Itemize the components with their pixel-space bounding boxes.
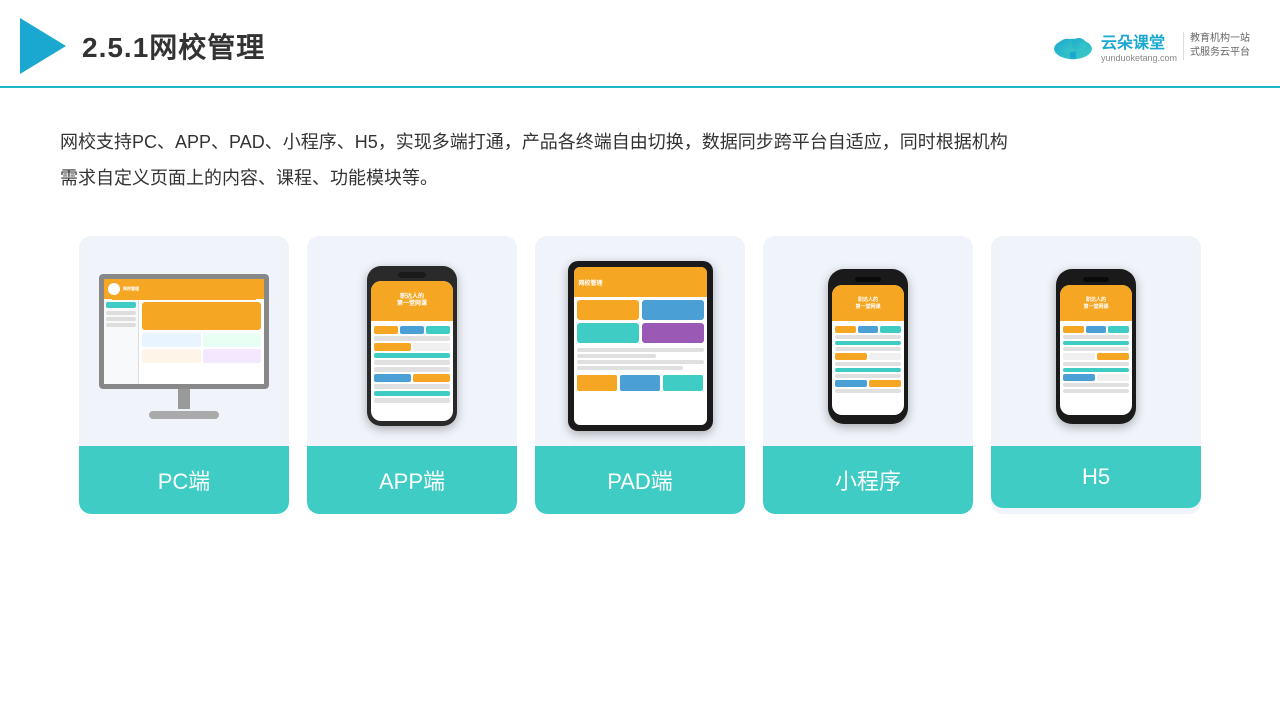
pc-image-area: 网校管理 xyxy=(79,236,289,446)
h5-phone-screen: 职达人的第一堂网课 xyxy=(1060,285,1132,415)
app-image-area: 职达人的第一堂网课 xyxy=(307,236,517,446)
cloud-icon xyxy=(1051,30,1095,62)
card-miniprogram-label: 小程序 xyxy=(763,446,973,514)
phone-body: 职达人的第一堂网课 xyxy=(367,266,457,426)
tablet-body: 网校管理 xyxy=(568,261,713,431)
tablet-content xyxy=(574,297,707,346)
miniprogram-phone: 职达人的第一堂网课 xyxy=(828,269,908,424)
mini-phone-notch xyxy=(855,277,881,282)
header-left: 2.5.1网校管理 xyxy=(20,18,265,74)
monitor-content: 网校管理 xyxy=(104,279,264,384)
page-header: 2.5.1网校管理 云朵课堂 yunduoketang.com xyxy=(0,0,1280,88)
h5-phone-screen-top: 职达人的第一堂网课 xyxy=(1060,285,1132,321)
cards-container: 网校管理 xyxy=(0,216,1280,544)
brand-name: 云朵课堂 xyxy=(1101,29,1177,53)
card-h5: 职达人的第一堂网课 xyxy=(991,236,1201,514)
card-pad-label: PAD端 xyxy=(535,446,745,514)
phone-screen-top: 职达人的第一堂网课 xyxy=(371,281,453,321)
page-title: 2.5.1网校管理 xyxy=(82,26,265,66)
mini-phone-body: 职达人的第一堂网课 xyxy=(828,269,908,424)
pc-monitor: 网校管理 xyxy=(99,274,269,419)
brand-name-text: 云朵课堂 yunduoketang.com xyxy=(1101,29,1177,63)
brand-tagline: 教育机构一站 式服务云平台 xyxy=(1183,32,1250,60)
mini-phone-screen-top: 职达人的第一堂网课 xyxy=(832,285,904,321)
brand-area: 云朵课堂 yunduoketang.com 教育机构一站 式服务云平台 xyxy=(1051,29,1250,63)
card-app: 职达人的第一堂网课 xyxy=(307,236,517,514)
h5-phone-body: 职达人的第一堂网课 xyxy=(1056,269,1136,424)
miniprogram-image-area: 职达人的第一堂网课 xyxy=(763,236,973,446)
card-miniprogram: 职达人的第一堂网课 xyxy=(763,236,973,514)
phone-notch xyxy=(398,272,426,278)
phone-screen: 职达人的第一堂网课 xyxy=(371,281,453,421)
h5-phone: 职达人的第一堂网课 xyxy=(1056,269,1136,424)
tablet-screen-top: 网校管理 xyxy=(574,267,707,297)
description-text: 网校支持PC、APP、PAD、小程序、H5，实现多端打通，产品各终端自由切换，数… xyxy=(0,88,1280,216)
card-pc: 网校管理 xyxy=(79,236,289,514)
monitor-screen: 网校管理 xyxy=(99,274,269,389)
h5-phone-notch xyxy=(1083,277,1109,282)
h5-image-area: 职达人的第一堂网课 xyxy=(991,236,1201,446)
monitor-neck xyxy=(178,389,190,409)
pad-image-area: 网校管理 xyxy=(535,236,745,446)
brand-url: yunduoketang.com xyxy=(1101,53,1177,63)
card-pad: 网校管理 xyxy=(535,236,745,514)
description-line1: 网校支持PC、APP、PAD、小程序、H5，实现多端打通，产品各终端自由切换，数… xyxy=(60,124,1220,160)
app-phone: 职达人的第一堂网课 xyxy=(367,266,457,426)
card-app-label: APP端 xyxy=(307,446,517,514)
tablet-device: 网校管理 xyxy=(568,261,713,431)
description-line2: 需求自定义页面上的内容、课程、功能模块等。 xyxy=(60,160,1220,196)
logo-icon xyxy=(20,18,66,74)
monitor-base xyxy=(149,411,219,419)
mini-phone-screen: 职达人的第一堂网课 xyxy=(832,285,904,415)
tablet-screen: 网校管理 xyxy=(574,267,707,425)
card-pc-label: PC端 xyxy=(79,446,289,514)
brand-logo: 云朵课堂 yunduoketang.com 教育机构一站 式服务云平台 xyxy=(1051,29,1250,63)
mini-phone-content xyxy=(832,321,904,398)
h5-phone-content xyxy=(1060,321,1132,398)
card-h5-label: H5 xyxy=(991,446,1201,508)
phone-screen-body xyxy=(371,321,453,408)
